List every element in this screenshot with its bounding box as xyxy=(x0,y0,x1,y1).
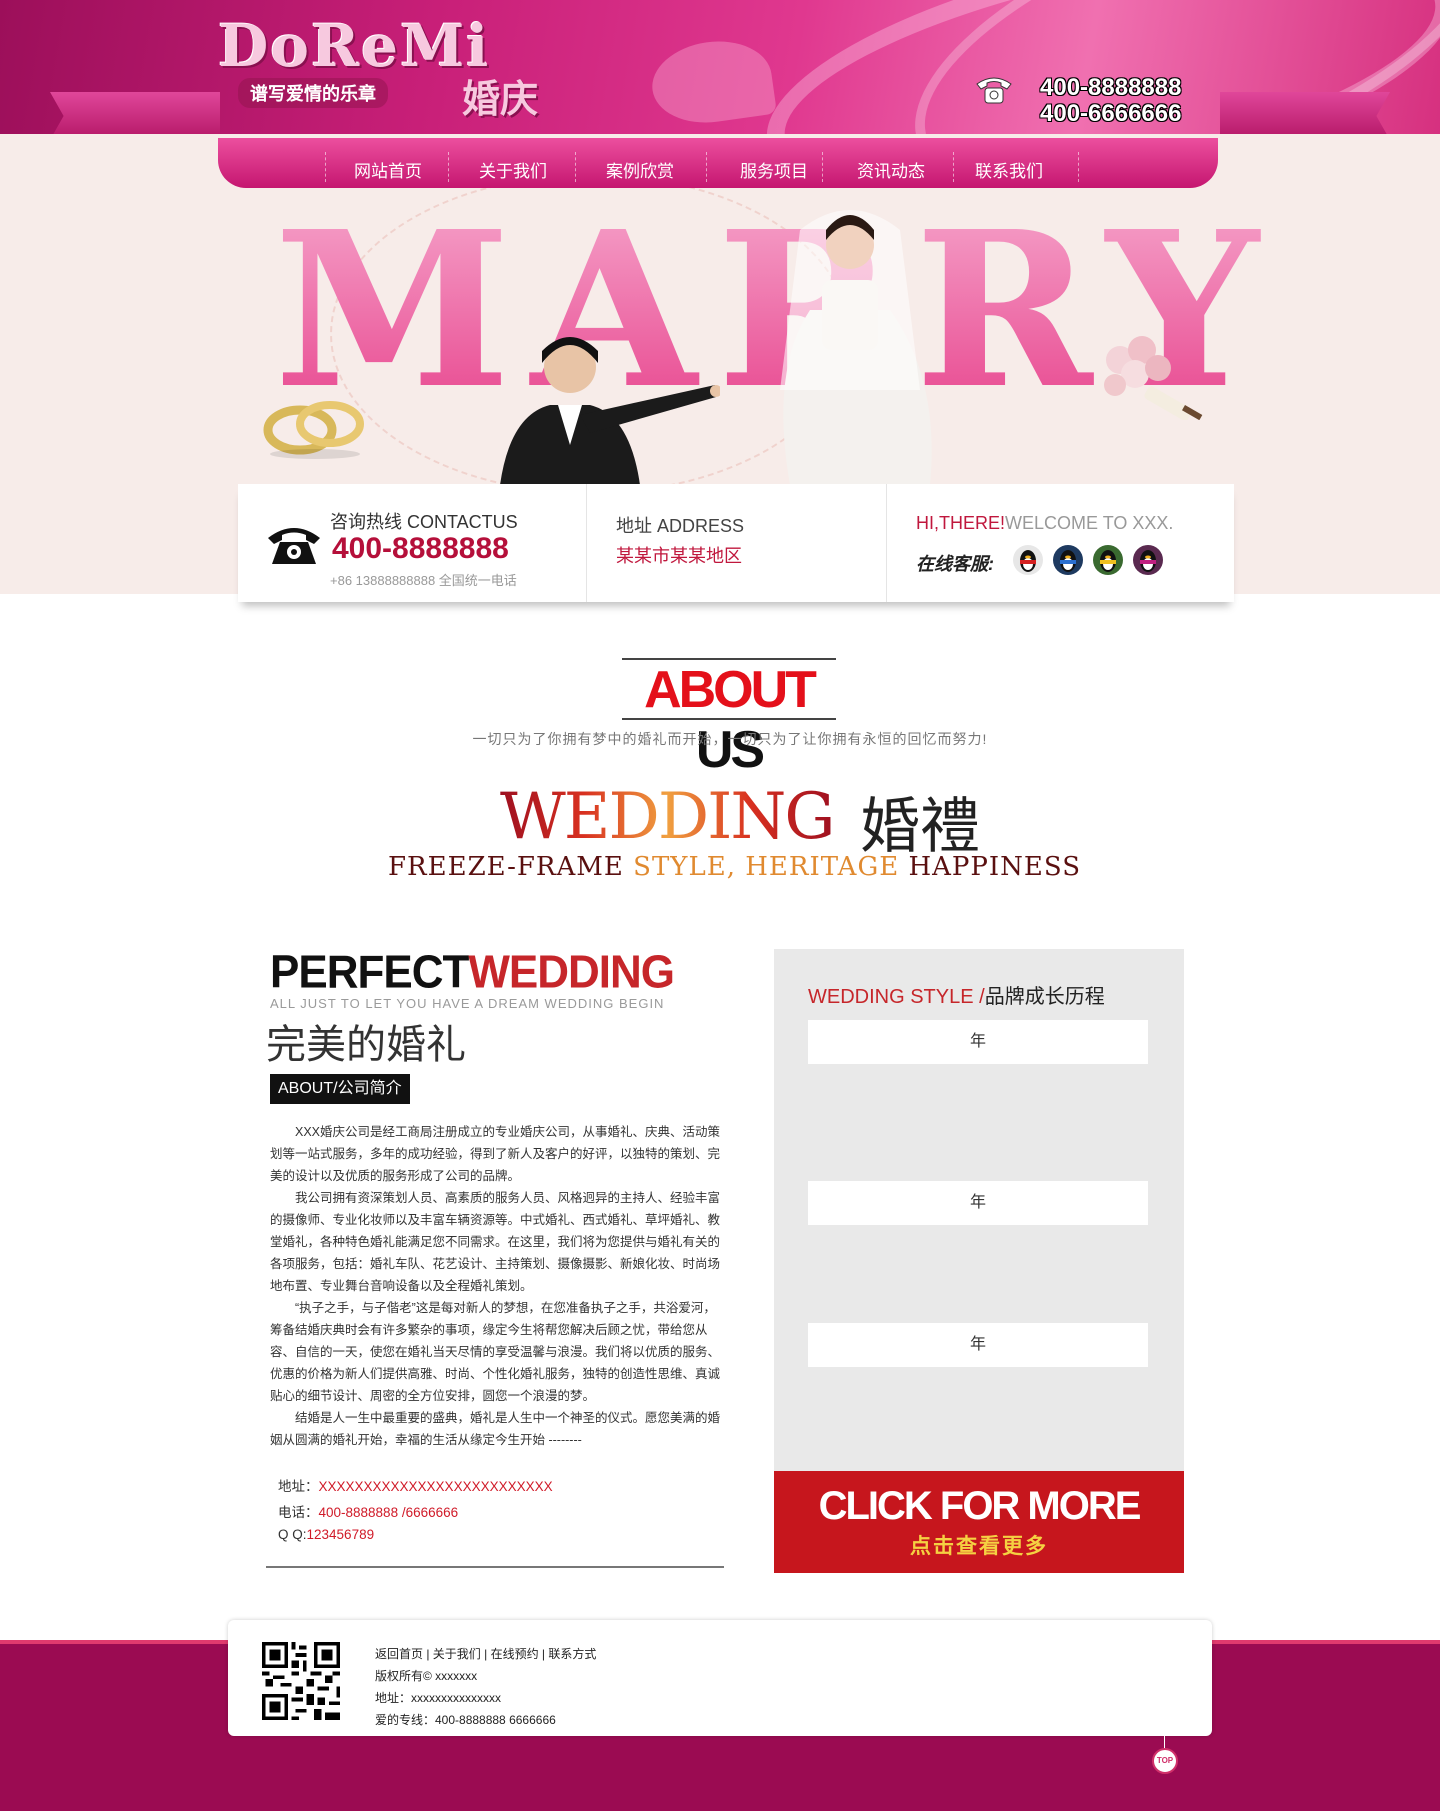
wedding-style-heading-black: 品牌成长历程 xyxy=(984,986,1105,1008)
address-value: 某某市某某地区 xyxy=(616,546,742,566)
qq-penguin-icon[interactable] xyxy=(1092,544,1124,576)
phone-icon xyxy=(976,77,1012,104)
nav-separator xyxy=(953,152,954,182)
nav-item-about[interactable]: 关于我们 xyxy=(479,157,547,182)
back-to-top-button[interactable]: TOP xyxy=(1152,1748,1178,1774)
info-phone-value: 400-8888888 /6666666 xyxy=(318,1505,459,1520)
wedding-slogan-part: FREEZE-FRAME xyxy=(388,852,634,882)
bouquet-image xyxy=(1104,336,1203,420)
logo-wordmark[interactable]: DoReMi xyxy=(218,12,490,80)
logo-subtitle: 婚庆 xyxy=(462,79,539,121)
info-phone-label: 电话： xyxy=(278,1505,319,1520)
info-qq-value: 123456789 xyxy=(306,1527,375,1542)
perfect-title-cn: 完美的婚礼 xyxy=(266,1023,466,1067)
logo-slogan: 谱写爱情的乐章 xyxy=(238,78,388,108)
nav-separator xyxy=(575,152,576,182)
wedding-title-en: WEDDING xyxy=(500,780,836,854)
greeting: HI,THERE!WELCOME TO XXX. xyxy=(916,513,1173,534)
nav-separator xyxy=(822,152,823,182)
perfect-subtitle: ALL JUST TO LET YOU HAVE A DREAM WEDDING… xyxy=(270,996,665,1011)
info-phone: 电话：400-8888888 /6666666 xyxy=(278,1501,458,1521)
wedding-rings-image xyxy=(263,401,364,459)
contact-divider xyxy=(586,484,587,602)
ribbon-right-decoration xyxy=(1220,92,1390,140)
nav-separator xyxy=(706,152,707,182)
timeline-year-box: 年 xyxy=(808,1020,1148,1064)
contact-divider xyxy=(886,484,887,602)
click-for-more-label[interactable]: CLICK FOR MORE xyxy=(774,1484,1184,1529)
wedding-slogan-part: HAPPINESS xyxy=(899,852,1082,882)
nav-separator xyxy=(448,152,449,182)
footer-copyright: 版权所有© xxxxxxx xyxy=(375,1669,478,1683)
divider xyxy=(266,1566,724,1568)
telephone-icon xyxy=(268,528,320,564)
timeline-year-box: 年 xyxy=(808,1323,1148,1367)
hotline-number: 400-8888888 xyxy=(332,532,509,565)
qq-penguin-icon[interactable] xyxy=(1132,544,1164,576)
footer-hotline: 爱的专线：400-8888888 6666666 xyxy=(375,1713,556,1727)
info-qq: Q Q:123456789 xyxy=(278,1527,374,1542)
nav-item-services[interactable]: 服务项目 xyxy=(740,157,808,182)
intro-paragraph: 我公司拥有资深策划人员、高素质的服务人员、风格迥异的主持人、经验丰富的摄像师、专… xyxy=(270,1191,721,1293)
intro-paragraph: “执子之手，与子偕老”这是每对新人的梦想，在您准备执子之手，共浴爱河，筹备结婚庆… xyxy=(270,1301,721,1403)
footer-links[interactable]: 返回首页 | 关于我们 | 在线预约 | 联系方式 xyxy=(375,1645,596,1662)
greeting-gray: WELCOME TO XXX. xyxy=(1005,513,1174,533)
qq-penguin-icon[interactable] xyxy=(1012,544,1044,576)
company-intro-tag: ABOUT/公司简介 xyxy=(270,1074,410,1104)
greeting-red: HI,THERE! xyxy=(916,513,1006,533)
nav-item-news[interactable]: 资讯动态 xyxy=(857,157,925,182)
info-address: 地址：XXXXXXXXXXXXXXXXXXXXXXXXXX xyxy=(278,1475,553,1495)
nav-separator xyxy=(1078,152,1079,182)
nav-item-home[interactable]: 网站首页 xyxy=(354,157,422,182)
wedding-style-heading-red: WEDDING STYLE / xyxy=(808,986,985,1008)
wedding-slogan: FREEZE-FRAME STYLE, HERITAGE HAPPINESS xyxy=(388,852,1081,882)
nav-item-contact[interactable]: 联系我们 xyxy=(975,157,1043,182)
about-tagline: 一切只为了你拥有梦中的婚礼而开始，一切只为了让你拥有永恒的回忆而努力! xyxy=(472,731,988,747)
online-service-label: 在线客服: xyxy=(916,554,994,574)
about-heading-red: ABOUT xyxy=(644,661,817,719)
info-qq-label: Q Q: xyxy=(278,1527,307,1542)
address-label: 地址 ADDRESS xyxy=(616,516,745,536)
nav-item-cases[interactable]: 案例欣赏 xyxy=(606,157,674,182)
perfect-wedding-heading: PERFECTWEDDING xyxy=(270,946,675,1000)
wedding-slogan-part: STYLE, HERITAGE xyxy=(633,852,900,882)
qq-penguin-icon[interactable] xyxy=(1052,544,1084,576)
timeline-year-box: 年 xyxy=(808,1181,1148,1225)
groom-image xyxy=(500,337,720,485)
nav-separator xyxy=(325,152,326,182)
qr-code-image xyxy=(262,1642,340,1720)
perfect-heading-red: WEDDING xyxy=(468,946,675,999)
header-phone-2: 400-6666666 xyxy=(1040,100,1182,127)
header-phone-1: 400-8888888 xyxy=(1040,74,1182,101)
info-address-value: XXXXXXXXXXXXXXXXXXXXXXXXXX xyxy=(318,1479,553,1494)
hotline-note: +86 13888888888 全国统一电话 xyxy=(330,573,517,588)
hotline-label: 咨询热线 CONTACTUS xyxy=(330,512,518,532)
footer-address: 地址：xxxxxxxxxxxxxxx xyxy=(375,1691,502,1705)
wedding-style-heading: WEDDING STYLE /品牌成长历程 xyxy=(808,980,1105,1009)
intro-paragraph: 结婚是人一生中最重要的盛典，婚礼是人生中一个神圣的仪式。愿您美满的婚姻从圆满的婚… xyxy=(270,1411,721,1447)
intro-paragraph: XXX婚庆公司是经工商局注册成立的专业婚庆公司，从事婚礼、庆典、活动策划等一站式… xyxy=(270,1125,721,1183)
click-for-more-label-cn[interactable]: 点击查看更多 xyxy=(774,1530,1184,1560)
info-address-label: 地址： xyxy=(278,1479,319,1494)
company-intro: XXX婚庆公司是经工商局注册成立的专业婚庆公司，从事婚礼、庆典、活动策划等一站式… xyxy=(270,1121,726,1451)
ribbon-left-decoration xyxy=(50,92,220,140)
bride-image xyxy=(780,210,932,485)
about-us-heading: ABOUT US xyxy=(622,658,836,779)
perfect-heading-black: PERFECT xyxy=(270,946,469,999)
